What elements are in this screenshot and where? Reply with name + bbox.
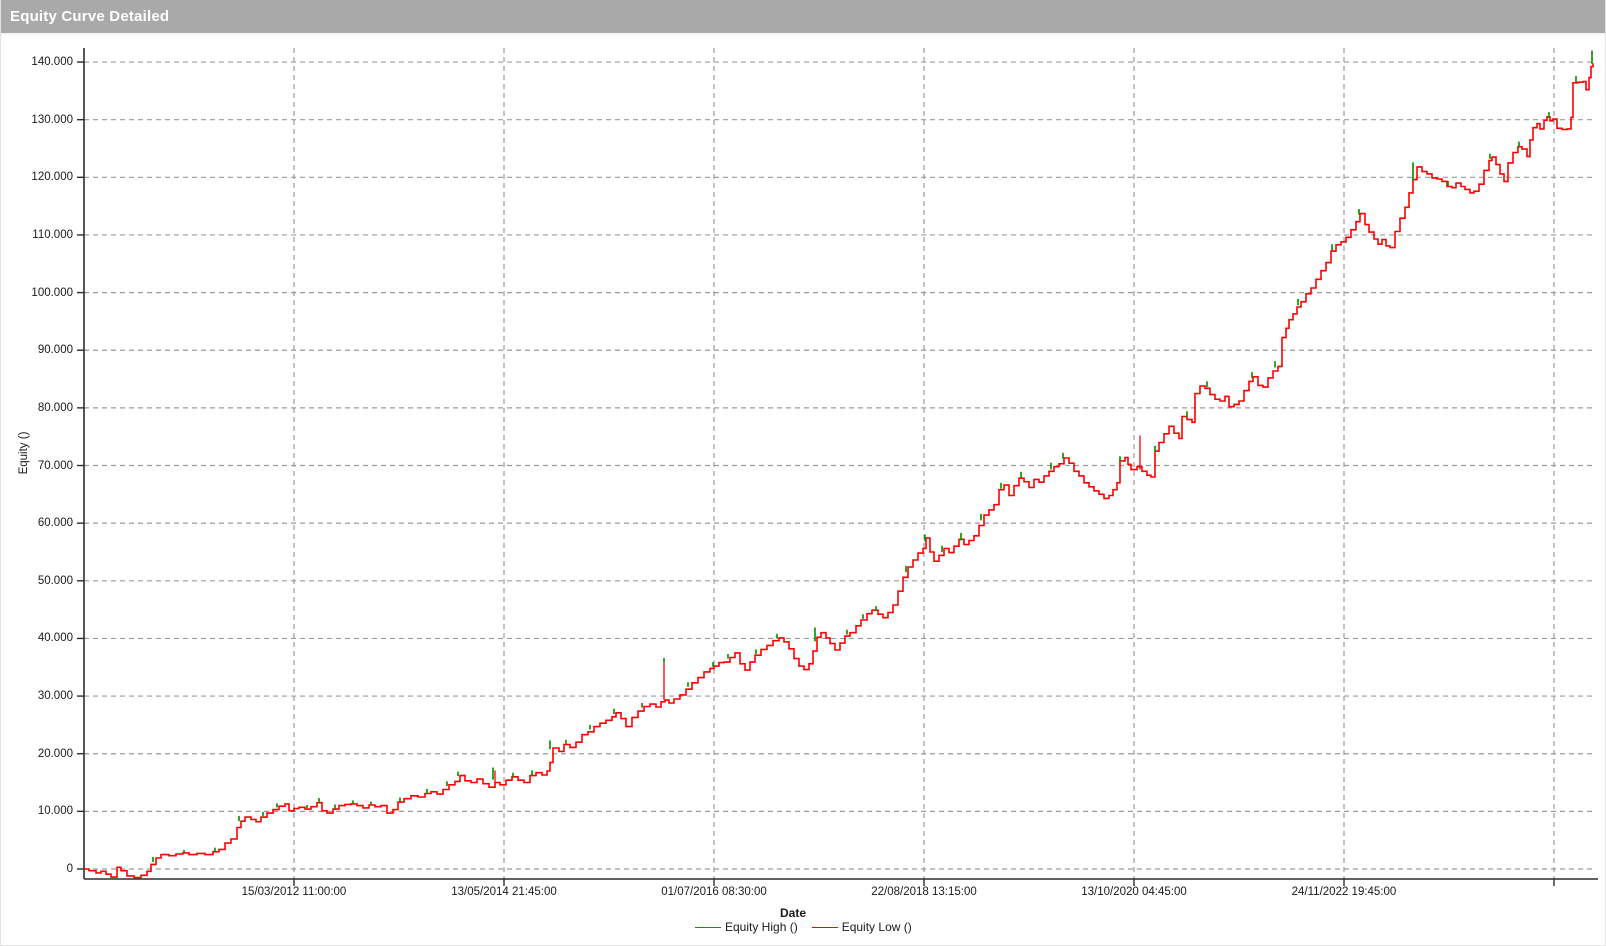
legend-item-equity-low: Equity Low () xyxy=(812,920,912,934)
x-tick-label: 24/11/2022 19:45:00 xyxy=(1264,886,1424,898)
x-axis-title: Date xyxy=(758,906,828,920)
y-tick-label: 10.000 xyxy=(13,805,73,817)
x-tick-label: 15/03/2012 11:00:00 xyxy=(214,886,374,898)
equity-low-series xyxy=(84,63,1593,877)
y-tick-label: 20.000 xyxy=(13,748,73,760)
y-axis-title: Equity () xyxy=(18,418,30,488)
y-tick-label: 100.000 xyxy=(13,287,73,299)
y-tick-label: 110.000 xyxy=(13,229,73,241)
y-tick-label: 140.000 xyxy=(13,56,73,68)
legend-item-equity-high: Equity High () xyxy=(695,920,798,934)
y-tick-label: 120.000 xyxy=(13,171,73,183)
y-tick-label: 0 xyxy=(13,863,73,875)
equity-curve-window: Equity Curve Detailed Equity () Date Equ… xyxy=(0,0,1606,946)
legend-label-equity-low: Equity Low () xyxy=(842,920,912,934)
x-tick-label: 13/10/2020 04:45:00 xyxy=(1054,886,1214,898)
y-tick-label: 40.000 xyxy=(13,632,73,644)
x-tick-label: 22/08/2018 13:15:00 xyxy=(844,886,1004,898)
y-tick-label: 30.000 xyxy=(13,690,73,702)
x-tick-label: 01/07/2016 08:30:00 xyxy=(634,886,794,898)
equity-curve-plot-area[interactable] xyxy=(1,0,1606,946)
y-tick-label: 90.000 xyxy=(13,344,73,356)
equity-low-line-swatch xyxy=(812,927,838,928)
y-tick-label: 50.000 xyxy=(13,575,73,587)
y-tick-label: 130.000 xyxy=(13,114,73,126)
equity-high-line-swatch xyxy=(695,927,721,928)
y-tick-label: 60.000 xyxy=(13,517,73,529)
x-tick-label: 13/05/2014 21:45:00 xyxy=(424,886,584,898)
chart-legend: Equity High () Equity Low () xyxy=(695,920,912,934)
legend-label-equity-high: Equity High () xyxy=(725,920,798,934)
y-tick-label: 70.000 xyxy=(13,460,73,472)
y-tick-label: 80.000 xyxy=(13,402,73,414)
